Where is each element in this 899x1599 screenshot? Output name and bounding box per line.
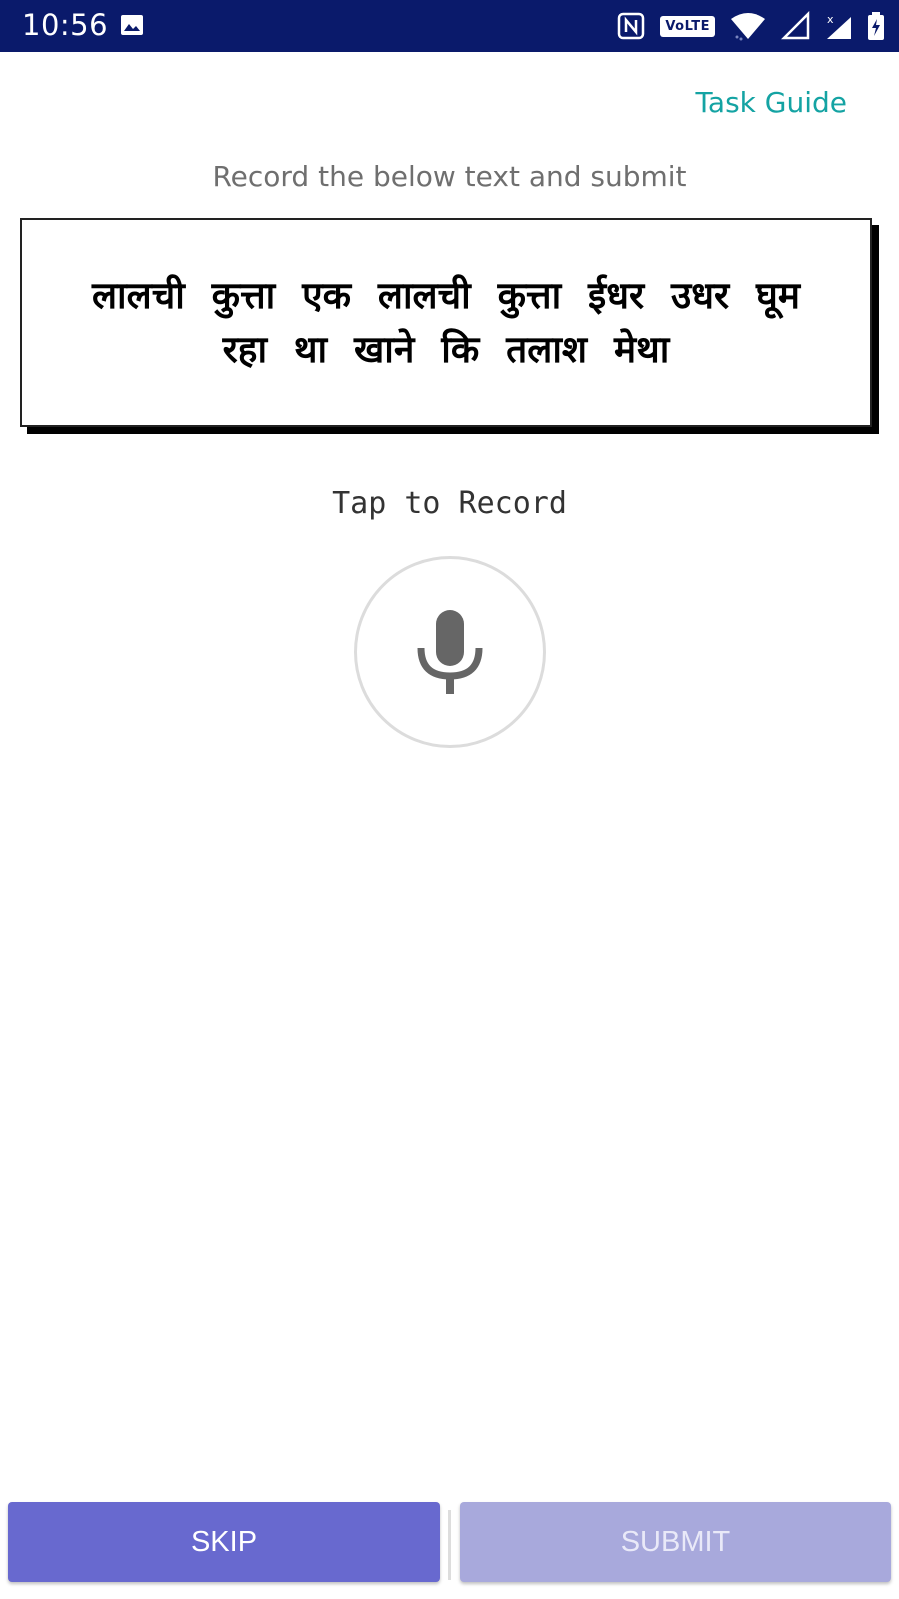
instruction-text: Record the below text and submit (212, 160, 687, 193)
signal-icon (781, 11, 810, 40)
task-guide-link[interactable]: Task Guide (695, 86, 847, 119)
passage-card: लालची कुत्ता एक लालची कुत्ता ईधर उधर घूम… (20, 218, 872, 427)
skip-button[interactable]: SKIP (8, 1502, 440, 1582)
microphone-icon (417, 610, 483, 694)
tap-to-record-label: Tap to Record (332, 486, 567, 521)
nfc-icon (618, 12, 645, 40)
passage-text: लालची कुत्ता एक लालची कुत्ता ईधर उधर घूम… (91, 273, 801, 371)
signal-x-icon: x (827, 13, 851, 39)
gallery-icon (121, 15, 143, 35)
svg-text:x: x (827, 13, 834, 26)
battery-charging-icon (868, 12, 884, 40)
bottom-action-bar: SKIP SUBMIT (0, 1502, 899, 1586)
wifi-icon (731, 13, 765, 41)
record-button[interactable] (354, 556, 546, 748)
status-time: 10:56 (22, 8, 109, 42)
volte-icon: VoLTE (660, 15, 715, 37)
status-icons: VoLTE x (616, 10, 885, 42)
status-bar: 10:56 VoLTE x (0, 0, 899, 52)
button-divider (448, 1510, 451, 1580)
submit-button[interactable]: SUBMIT (460, 1502, 891, 1582)
